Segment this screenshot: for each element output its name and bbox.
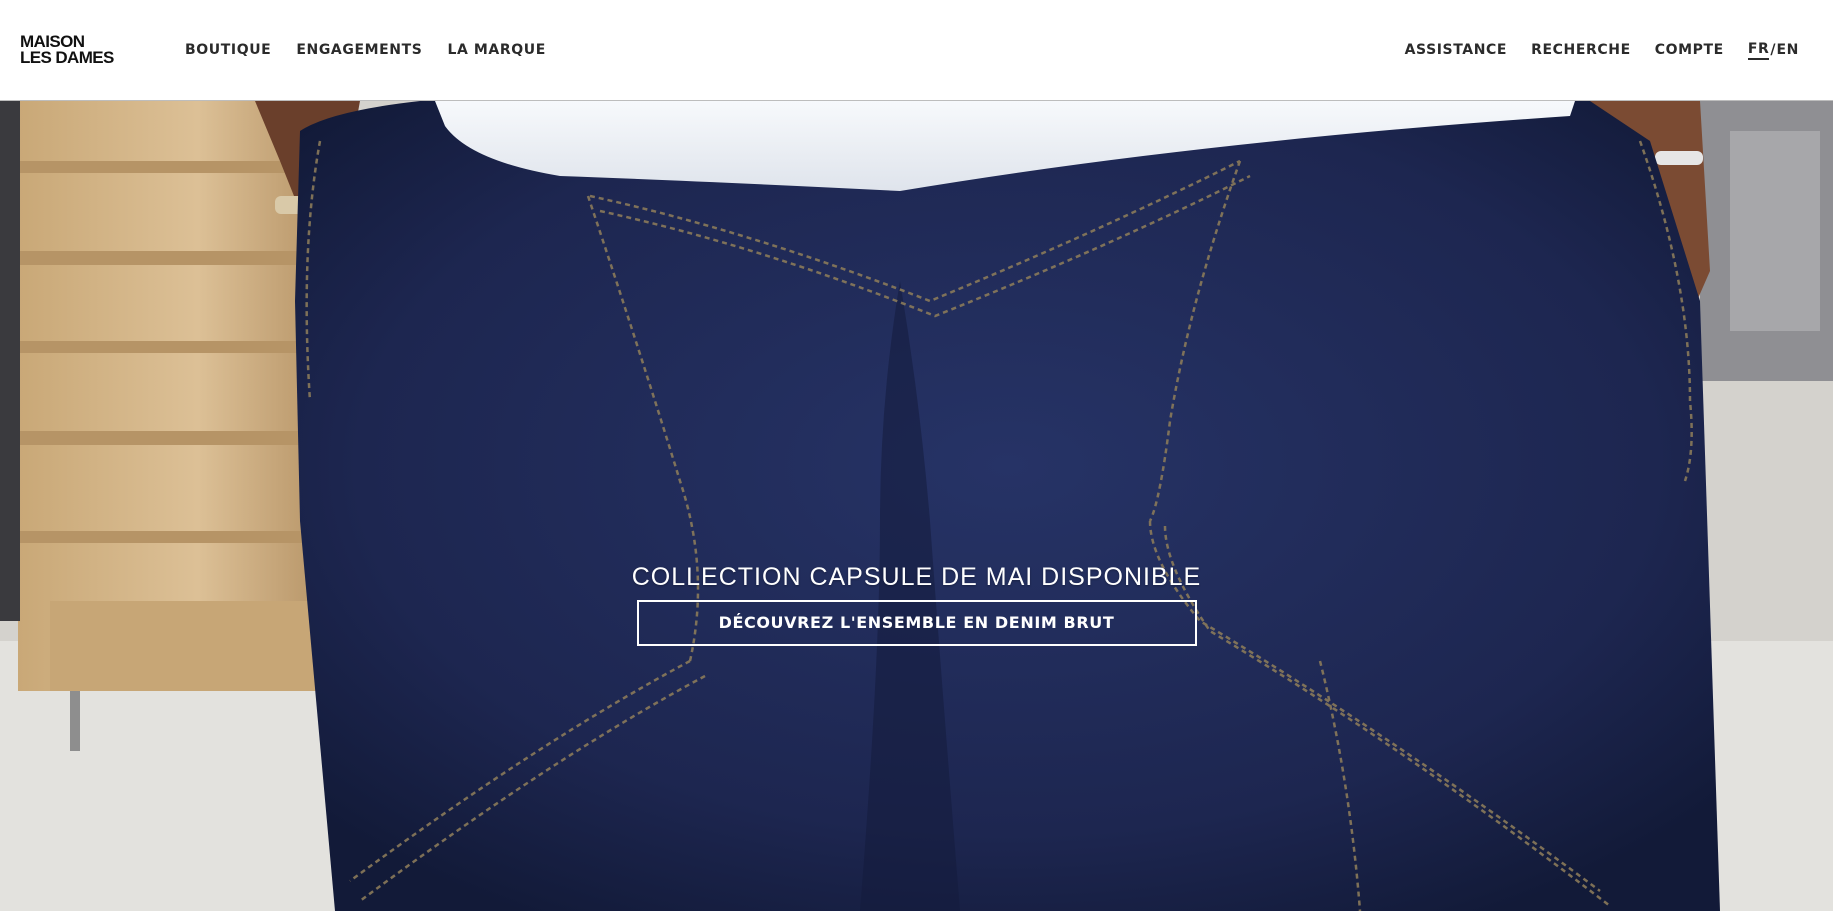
hero-image-denim-pants — [0, 101, 1833, 911]
nav-compte-link[interactable]: COMPTE — [1655, 42, 1724, 58]
language-separator: / — [1770, 42, 1776, 58]
hero-banner: COLLECTION CAPSULE DE MAI DISPONIBLE DÉC… — [0, 101, 1833, 911]
brand-logo-line2: LES DAMES — [20, 48, 114, 67]
language-fr-link[interactable]: FR — [1747, 41, 1770, 60]
primary-nav: BOUTIQUE ENGAGEMENTS LA MARQUE — [185, 42, 546, 58]
hero-title: COLLECTION CAPSULE DE MAI DISPONIBLE — [631, 563, 1202, 591]
nav-assistance-link[interactable]: ASSISTANCE — [1405, 42, 1508, 58]
nav-engagements-link[interactable]: ENGAGEMENTS — [296, 42, 422, 58]
nav-la-marque-link[interactable]: LA MARQUE — [447, 42, 545, 58]
nav-boutique-link[interactable]: BOUTIQUE — [185, 42, 271, 58]
nav-recherche-link[interactable]: RECHERCHE — [1531, 42, 1631, 58]
hero-cta-button[interactable]: DÉCOUVREZ L'ENSEMBLE EN DENIM BRUT — [636, 600, 1197, 646]
secondary-nav: ASSISTANCE RECHERCHE COMPTE FR / EN — [1405, 41, 1799, 60]
language-switcher: FR / EN — [1747, 41, 1799, 60]
brand-logo[interactable]: MAISON LES DAMES — [20, 33, 145, 67]
language-en-link[interactable]: EN — [1777, 42, 1799, 58]
site-header: MAISON LES DAMES BOUTIQUE ENGAGEMENTS LA… — [0, 0, 1833, 101]
hero-content: COLLECTION CAPSULE DE MAI DISPONIBLE DÉC… — [0, 563, 1833, 646]
